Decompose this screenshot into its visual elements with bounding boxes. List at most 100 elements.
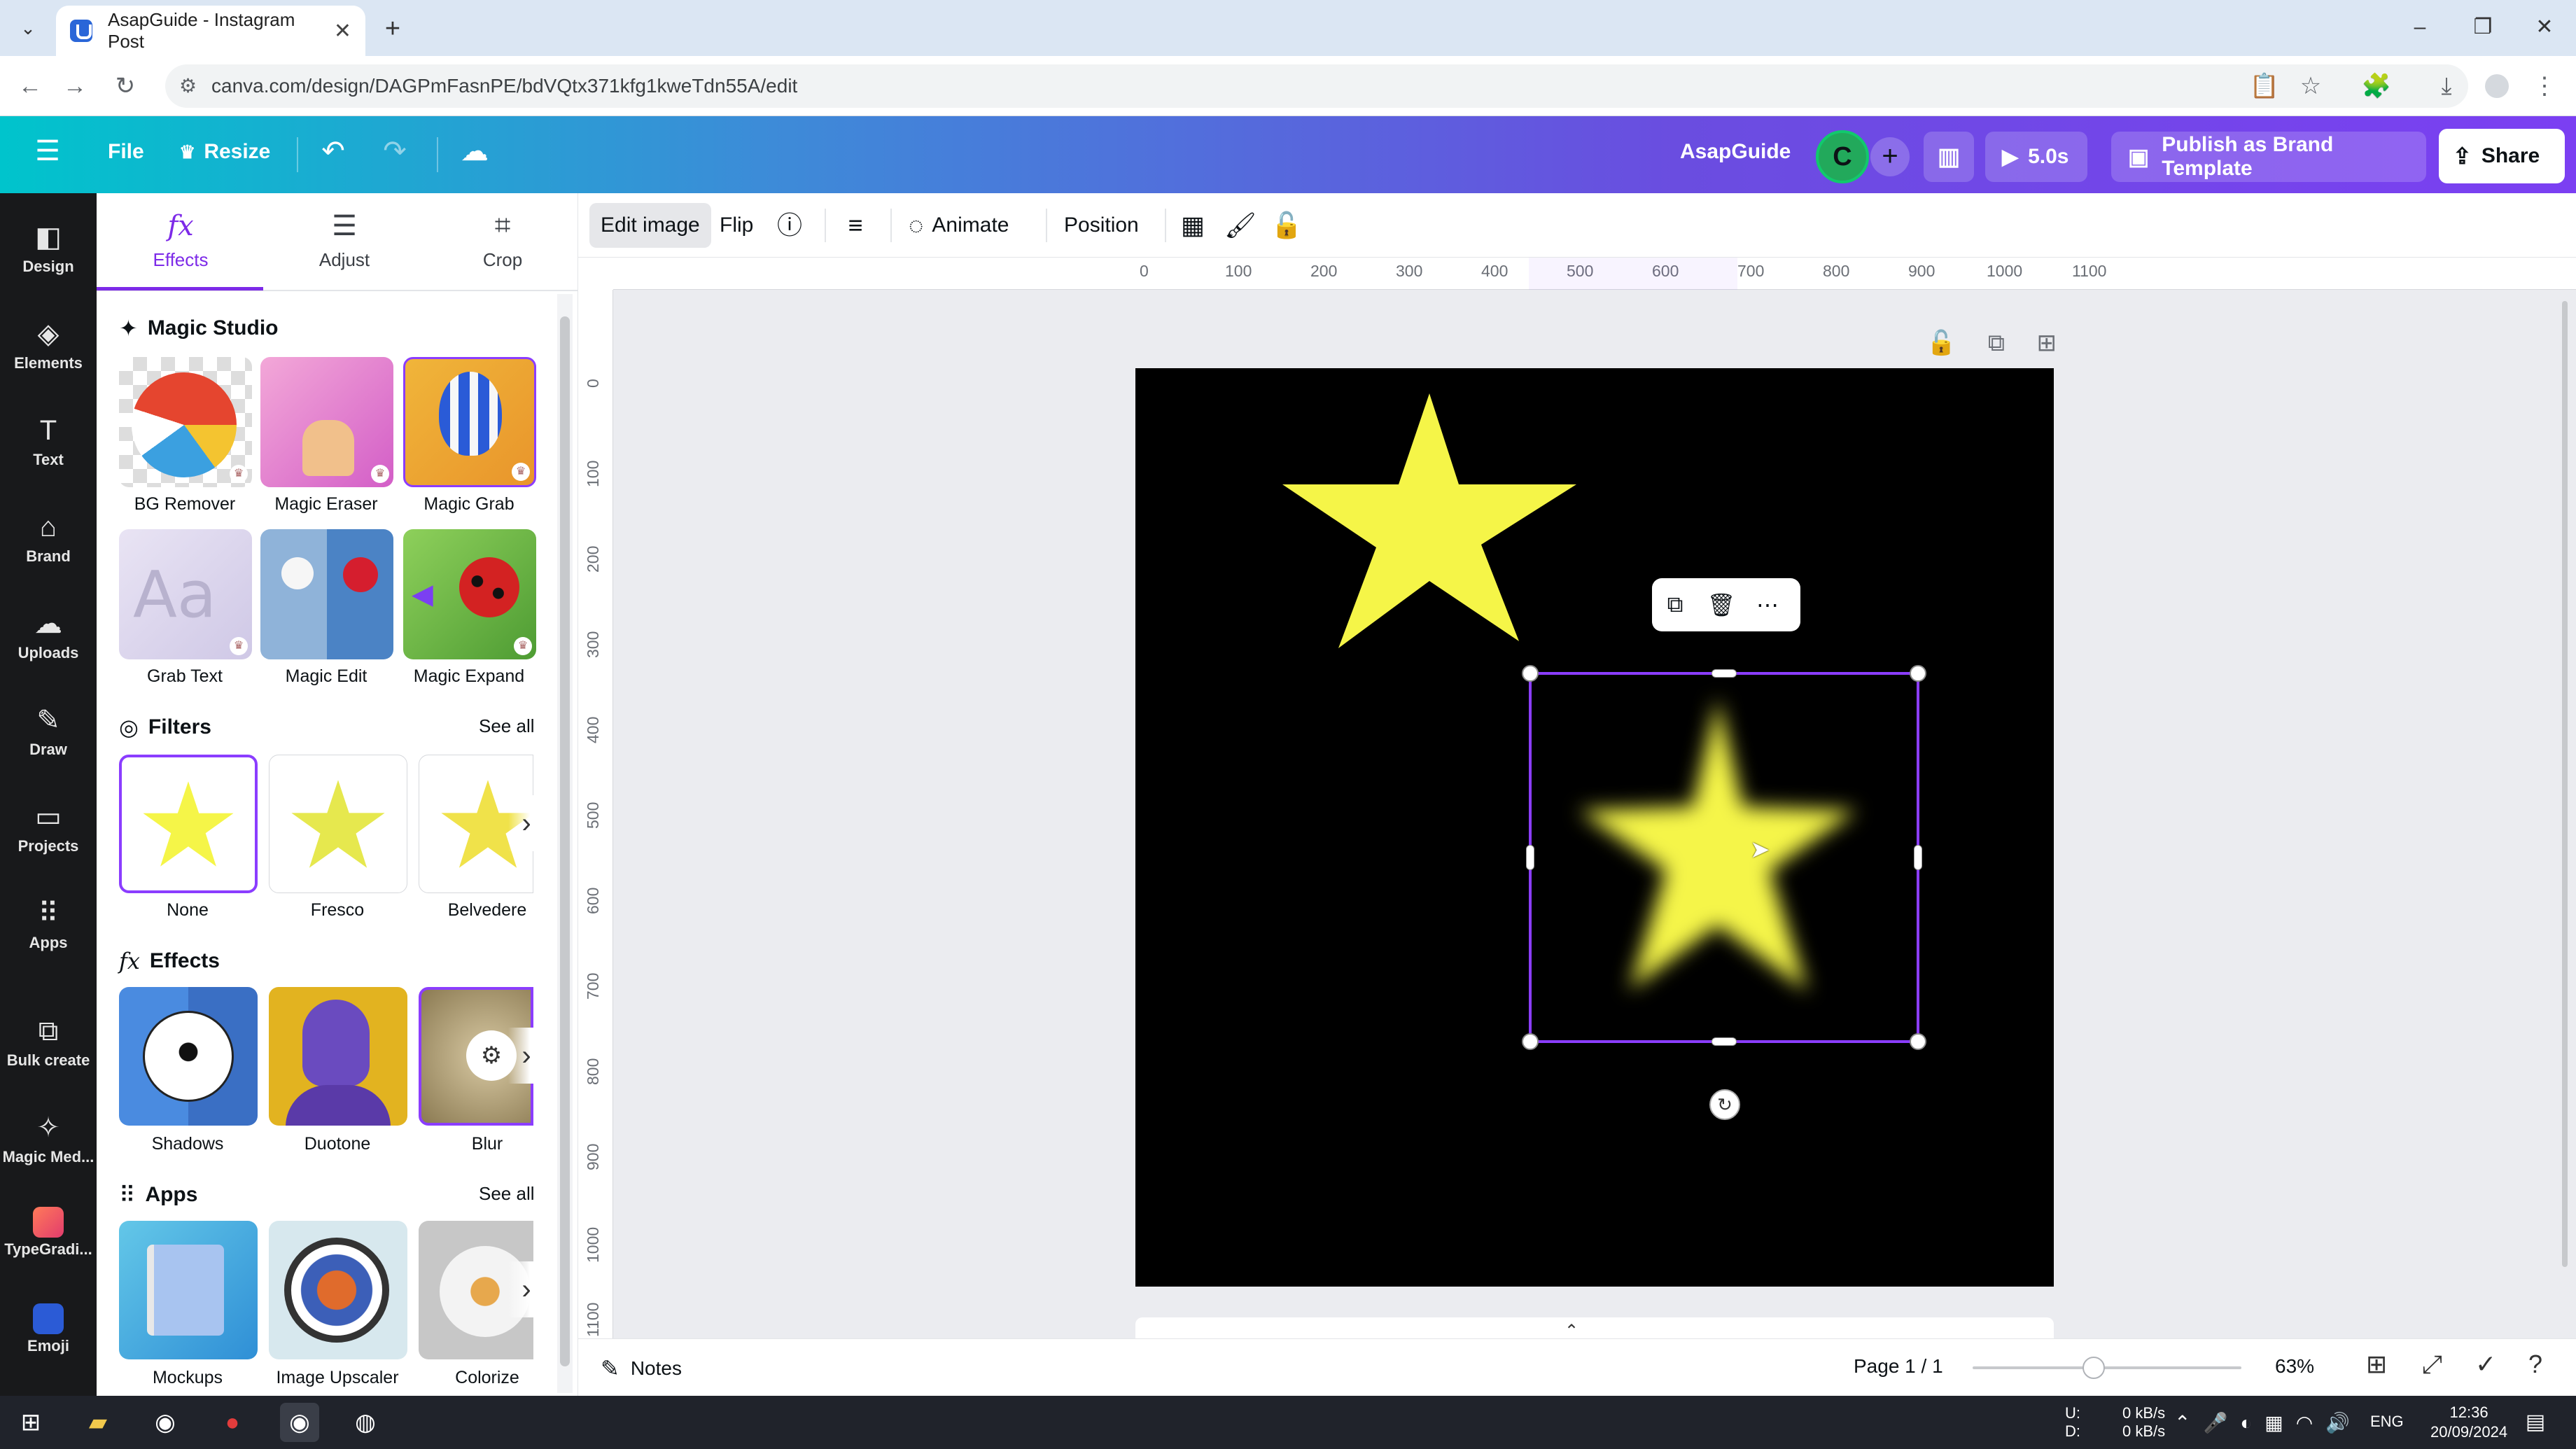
notes-button[interactable]: ✎ Notes [601, 1355, 682, 1382]
rail-item-draw[interactable]: ✎ Draw [0, 690, 97, 774]
resize-handle-sw[interactable] [1522, 1033, 1539, 1050]
undo-icon[interactable]: ↶ [314, 135, 353, 167]
rail-item-design[interactable]: ◧ Design [0, 207, 97, 291]
bookmark-star-icon[interactable]: ☆ [2293, 69, 2328, 104]
chrome-icon[interactable]: ◉ [146, 1403, 185, 1442]
screen-recorder-icon[interactable]: ● [213, 1403, 252, 1442]
browser-tab[interactable]: AsapGuide - Instagram Post ✕ [56, 6, 365, 56]
share-button[interactable]: ⇪ Share [2439, 129, 2565, 183]
page-indicator[interactable]: Page 1 / 1 [1854, 1355, 1943, 1378]
rail-item-magic-media[interactable]: ✧ Magic Med... [0, 1098, 97, 1182]
hamburger-menu-icon[interactable]: ☰ [28, 135, 67, 167]
language-indicator[interactable]: ENG [2370, 1413, 2404, 1431]
redo-icon[interactable]: ↷ [375, 135, 414, 167]
border-style-icon[interactable]: ≡ [834, 204, 876, 246]
back-icon[interactable]: ← [13, 69, 48, 104]
workspace-scrollbar[interactable] [2562, 301, 2568, 1267]
publish-brand-template-button[interactable]: ▣ Publish as Brand Template [2111, 132, 2426, 182]
tray-icons[interactable]: ⌃🎤◐▦◠🔊 [2174, 1411, 2362, 1434]
lock-icon[interactable]: 🔓 [1266, 204, 1308, 246]
team-name[interactable]: AsapGuide [1680, 140, 1791, 164]
app-mockups-tile[interactable] [119, 1221, 258, 1359]
resize-handle-e[interactable] [1914, 845, 1922, 870]
download-icon[interactable]: ⤓ [2429, 69, 2464, 104]
help-icon[interactable]: ? [2528, 1350, 2542, 1379]
rail-item-brand[interactable]: ⌂ Brand [0, 497, 97, 581]
tab-effects[interactable]: fx Effects [104, 210, 258, 271]
tab-crop[interactable]: ⌗ Crop [426, 210, 580, 271]
rail-item-apps[interactable]: ⠿ Apps [0, 883, 97, 967]
effect-duotone-tile[interactable] [269, 987, 407, 1126]
animate-button[interactable]: ◌ Animate [897, 203, 1020, 248]
rail-item-emoji[interactable]: Emoji [0, 1291, 97, 1375]
reload-icon[interactable]: ↻ [108, 69, 143, 104]
fullscreen-icon[interactable]: ⤢ [2422, 1350, 2442, 1380]
present-button[interactable]: ▶ 5.0s [1985, 132, 2087, 182]
minimize-window-button[interactable]: – [2388, 10, 2451, 45]
position-button[interactable]: Position [1053, 203, 1150, 248]
info-icon[interactable]: ⓘ [769, 204, 811, 246]
chrome-menu-icon[interactable]: ⋮ [2527, 69, 2562, 104]
duplicate-icon[interactable]: ⧉ [1652, 592, 1698, 618]
apps-see-all-link[interactable]: See all [479, 1183, 535, 1205]
app-image-upscaler-tile[interactable] [269, 1221, 407, 1359]
magic-expand-tile[interactable]: ◀ ♛ [403, 529, 536, 659]
file-menu[interactable]: File [108, 140, 144, 164]
magic-edit-tile[interactable] [260, 529, 393, 659]
flip-button[interactable]: Flip [708, 203, 764, 248]
clipboard-icon[interactable]: 📋 [2247, 69, 2282, 104]
page-lock-icon[interactable]: 🔓 [1926, 330, 1956, 356]
edit-image-button[interactable]: Edit image [589, 203, 711, 248]
bg-remover-tile[interactable]: ♛ [119, 357, 252, 487]
invite-plus-icon[interactable]: + [1870, 137, 1910, 176]
zoom-slider-track[interactable] [1973, 1366, 2241, 1369]
more-options-icon[interactable]: ⋯ [1744, 592, 1791, 618]
filter-none-tile[interactable] [119, 755, 258, 893]
zoom-slider-thumb[interactable] [2082, 1357, 2105, 1379]
user-avatar[interactable]: C [1816, 130, 1869, 183]
effect-shadows-tile[interactable] [119, 987, 258, 1126]
resize-handle-ne[interactable] [1910, 665, 1926, 682]
selection-box[interactable]: ➤ [1522, 665, 1926, 1050]
resize-button[interactable]: ♛ Resize [179, 140, 270, 164]
magic-grab-tile[interactable]: ♛ [403, 357, 536, 487]
notifications-icon[interactable]: ▤ [2516, 1403, 2555, 1442]
panel-scrollbar-thumb[interactable] [560, 316, 570, 1366]
apps-next-arrow[interactable]: › [508, 1261, 545, 1317]
zoom-level[interactable]: 63% [2275, 1355, 2314, 1378]
check-icon[interactable]: ✓ [2475, 1350, 2496, 1379]
site-info-icon[interactable]: ⚙ [179, 64, 197, 108]
url-field[interactable]: ⚙ canva.com/design/DAGPmFasnPE/bdVQtx371… [165, 64, 2468, 108]
close-window-button[interactable]: ✕ [2513, 10, 2576, 45]
clock[interactable]: 12:36 20/09/2024 [2430, 1403, 2507, 1442]
delete-icon[interactable]: 🗑 [1698, 592, 1744, 618]
profile-avatar[interactable] [2485, 74, 2509, 98]
expand-pages-chevron-icon[interactable]: ⌃ [1526, 1323, 1617, 1340]
chrome-active-icon[interactable]: ◉ [280, 1403, 319, 1442]
effects-next-arrow[interactable]: › [508, 1028, 545, 1084]
rail-item-elements[interactable]: ◈ Elements [0, 304, 97, 388]
filters-next-arrow[interactable]: › [508, 795, 545, 851]
new-tab-button[interactable]: + [375, 11, 410, 46]
restore-window-button[interactable]: ❐ [2451, 10, 2514, 45]
rail-item-bulk-create[interactable]: ⧉ Bulk create [0, 1001, 97, 1085]
tab-list-button[interactable]: ⌄ [13, 13, 43, 43]
magic-eraser-tile[interactable]: ♛ [260, 357, 393, 487]
forward-icon[interactable]: → [57, 69, 92, 104]
windows-start-icon[interactable]: ⊞ [11, 1403, 50, 1442]
copy-style-icon[interactable]: 🖌 [1219, 204, 1261, 246]
grab-text-tile[interactable]: Aa ♛ [119, 529, 252, 659]
resize-handle-n[interactable] [1712, 669, 1737, 678]
obs-icon[interactable]: ◍ [346, 1403, 385, 1442]
duplicate-page-icon[interactable]: ⧉ [1988, 330, 2005, 356]
resize-handle-nw[interactable] [1522, 665, 1539, 682]
extensions-icon[interactable]: 🧩 [2359, 69, 2394, 104]
close-tab-icon[interactable]: ✕ [334, 19, 351, 43]
rail-item-text[interactable]: T Text [0, 400, 97, 484]
transparency-icon[interactable]: ▦ [1172, 204, 1214, 246]
cloud-save-icon[interactable]: ☁ [455, 135, 494, 167]
file-explorer-icon[interactable]: ▰ [78, 1403, 118, 1442]
insights-button[interactable]: ▥ [1924, 132, 1974, 182]
filter-fresco-tile[interactable] [269, 755, 407, 893]
resize-handle-se[interactable] [1910, 1033, 1926, 1050]
